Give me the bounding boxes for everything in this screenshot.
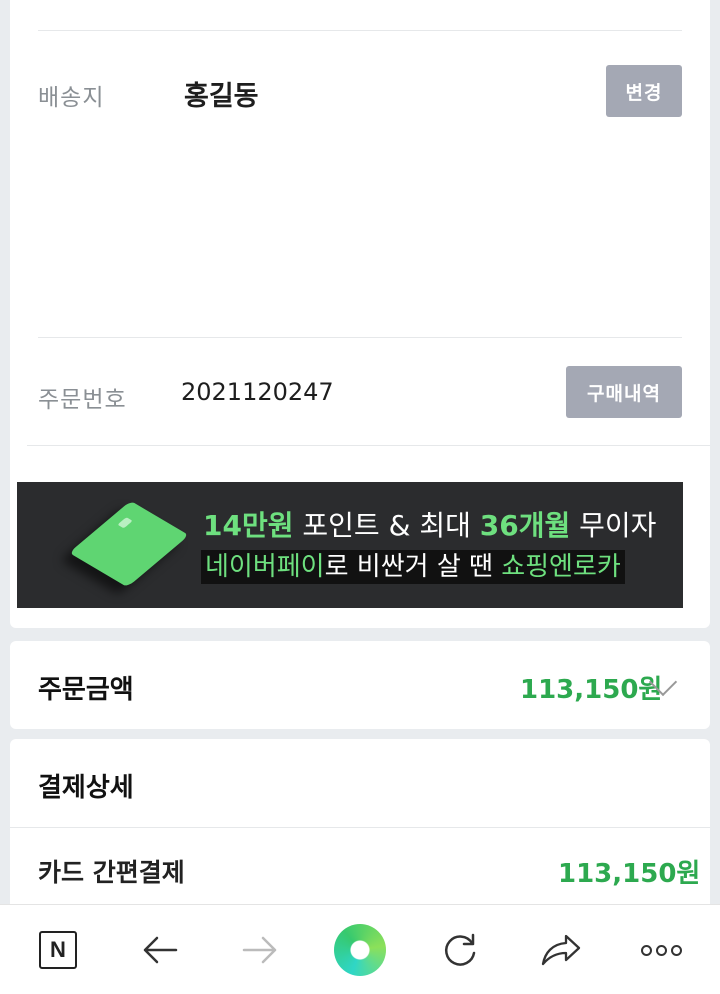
banner-headline: 14만원 포인트 & 최대 36개월 무이자	[203, 504, 656, 544]
purchase-history-button[interactable]: 구매내역	[566, 366, 682, 418]
divider	[38, 337, 682, 338]
order-amount-title: 주문금액	[38, 675, 134, 705]
green-dot-icon	[334, 924, 386, 976]
more-button[interactable]	[631, 905, 691, 994]
divider	[27, 445, 710, 446]
more-icon	[640, 944, 682, 956]
banner-highlight-points: 14만원	[203, 509, 294, 542]
back-button[interactable]	[130, 905, 190, 994]
naver-home-icon: N	[39, 931, 77, 969]
shipping-label: 배송지	[38, 85, 105, 111]
forward-button[interactable]	[230, 905, 290, 994]
divider	[10, 827, 710, 828]
green-dot-button[interactable]	[330, 905, 390, 994]
credit-card-image	[69, 500, 189, 588]
divider	[38, 30, 682, 31]
banner-subline: 네이버페이로 비싼거 살 땐 쇼핑엔로카	[201, 546, 625, 584]
back-arrow-icon	[143, 936, 178, 964]
promo-banner[interactable]: 14만원 포인트 & 최대 36개월 무이자 네이버페이로 비싼거 살 땐 쇼핑…	[17, 482, 683, 608]
refresh-icon	[445, 933, 476, 966]
banner-text: 포인트 & 최대	[293, 509, 480, 542]
order-number-label: 주문번호	[38, 387, 127, 413]
refresh-button[interactable]	[430, 905, 490, 994]
order-amount-card[interactable]: 주문금액 113,150원	[10, 641, 710, 729]
payment-detail-title: 결제상세	[38, 773, 134, 803]
share-icon	[541, 934, 581, 966]
change-address-button[interactable]: 변경	[606, 65, 682, 117]
banner-highlight-months: 36개월	[479, 509, 571, 542]
naver-home-button[interactable]: N	[28, 905, 88, 994]
order-amount-value: 113,150원	[520, 675, 663, 705]
banner-text: 로 비싼거 살 땐	[324, 552, 502, 582]
payment-method-label: 카드 간편결제	[38, 858, 185, 887]
forward-arrow-icon	[242, 936, 277, 964]
banner-text: 무이자	[570, 509, 657, 542]
banner-naverpay: 네이버페이	[205, 552, 325, 582]
browser-toolbar: N	[0, 904, 720, 994]
banner-shopping: 쇼핑엔로카	[501, 552, 621, 582]
payment-method-value: 113,150원	[558, 859, 701, 889]
payment-detail-card: 결제상세 카드 간편결제 113,150원	[10, 739, 710, 914]
recipient-name: 홍길동	[184, 81, 259, 112]
share-button[interactable]	[531, 905, 591, 994]
order-number: 2021120247	[181, 378, 334, 406]
